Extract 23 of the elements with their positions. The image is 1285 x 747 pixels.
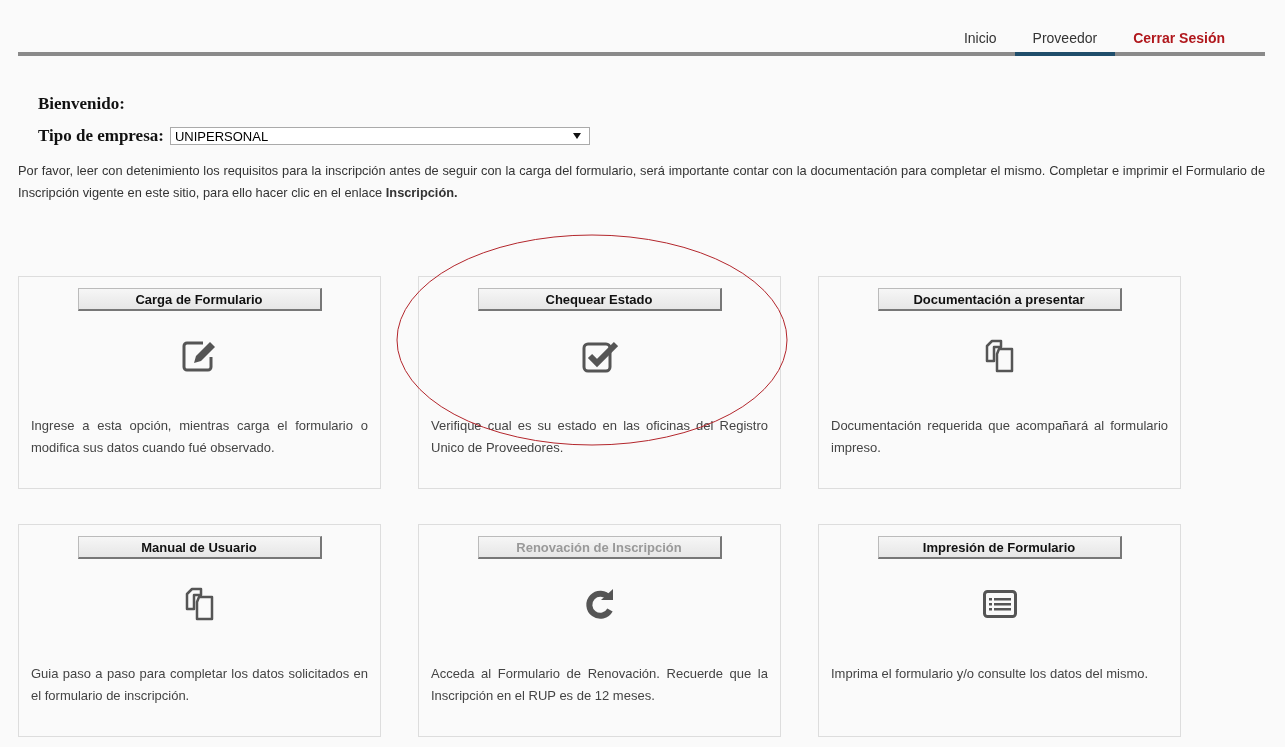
- option-button[interactable]: Manual de Usuario: [77, 536, 322, 559]
- option-button[interactable]: Documentación a presentar: [877, 288, 1122, 311]
- option-button[interactable]: Chequear Estado: [477, 288, 722, 311]
- company-type-select[interactable]: UNIPERSONAL: [169, 127, 590, 145]
- option-description: Imprima el formulario y/o consulte los datos del mismo.: [831, 665, 1150, 683]
- caret-icon: [572, 133, 581, 139]
- option-description: Ingrese a esta opción, mientras carga el formulario o modifica sus datos cuando fué observado.: [31, 417, 368, 457]
- intro-paragraph: Por favor, leer con detenimiento los requisitos para la inscripción antes de seguir con la carga del formulario, será importante contar con la documentación para completar el mismo. Completar e imprimir el Formulario de Inscripción vigente en este sitio, para ello hacer clic en el enlace Inscripción.: [18, 162, 1265, 202]
- option-button[interactable]: Carga de Formulario: [77, 288, 322, 311]
- refresh-icon: [584, 588, 615, 620]
- option-description: Acceda al Formulario de Renovación. Recuerde que la Inscripción en el RUP es de 12 meses.: [431, 665, 768, 705]
- nav-link[interactable]: Cerrar Sesión: [1115, 26, 1243, 56]
- option-description: Documentación requerida que acompañará al formulario impreso.: [831, 417, 1168, 457]
- company-type-label: Tipo de empresa:: [38, 126, 164, 146]
- documents-icon: [184, 587, 215, 621]
- option-button[interactable]: Impresión de Formulario: [877, 536, 1122, 559]
- list-icon: [982, 590, 1017, 618]
- welcome-label: Bienvenido:: [38, 94, 126, 114]
- nav-link[interactable]: Inicio: [945, 26, 1015, 56]
- nav-link[interactable]: Proveedor: [1014, 26, 1116, 56]
- option-description: Guia paso a paso para completar los datos solicitados en el formulario de inscripción.: [31, 665, 368, 705]
- documents-icon: [984, 339, 1015, 373]
- checkbox-icon: [581, 339, 618, 373]
